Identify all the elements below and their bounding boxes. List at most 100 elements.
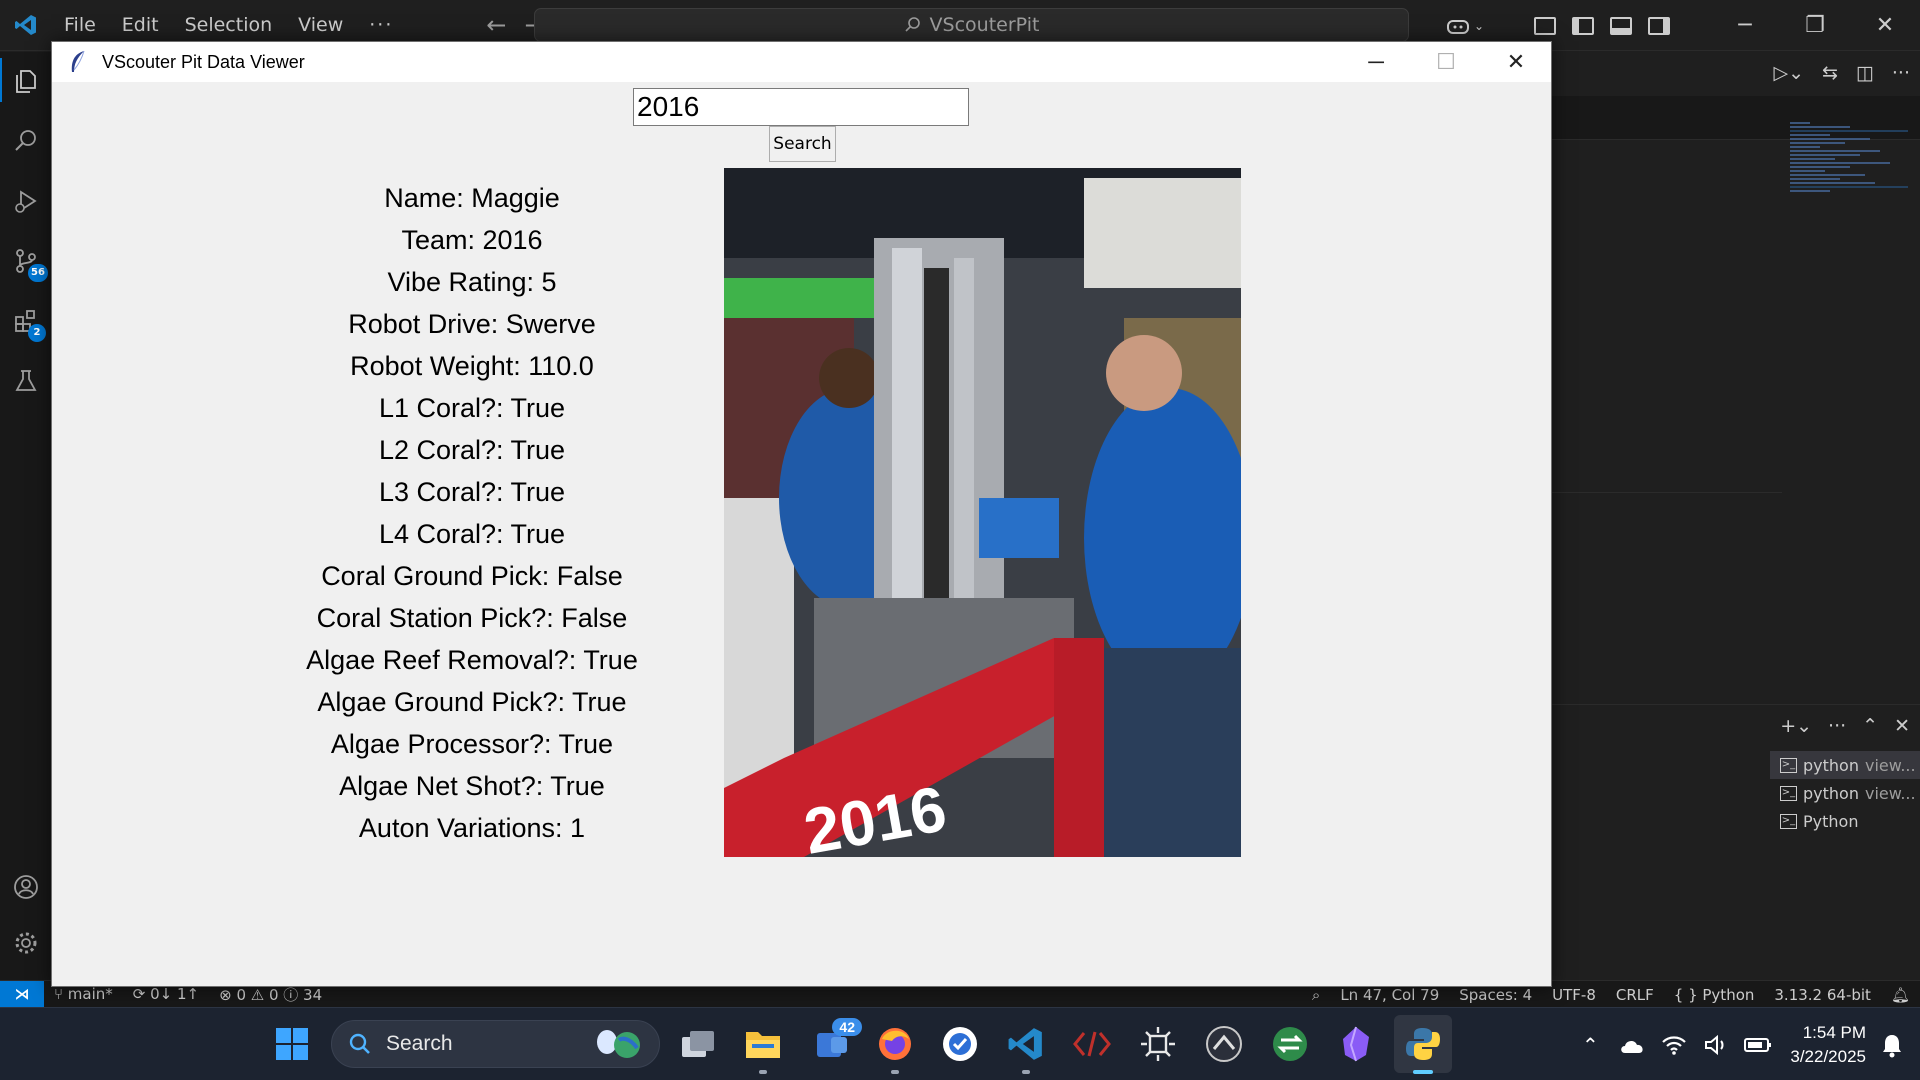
terminal-more-icon[interactable]: ··· [1828,715,1846,737]
terminal-item[interactable]: >_ python view... [1770,779,1920,807]
toggle-panel-icon[interactable] [1610,16,1632,35]
pit-data-fields: Name: Maggie Team: 2016 Vibe Rating: 5 R… [282,177,662,849]
remote-indicator-icon[interactable]: ⋊ [0,980,44,1008]
code-brackets-icon[interactable] [1070,1022,1114,1066]
close-panel-icon[interactable]: ✕ [1894,715,1910,737]
split-editor-icon[interactable]: ◫ [1856,62,1874,84]
more-actions-icon[interactable]: ··· [1892,62,1910,84]
teams-icon[interactable]: 42 [810,1018,862,1066]
python-taskbar-icon[interactable] [1394,1015,1452,1074]
taskbar-search[interactable]: Search [331,1020,660,1068]
battery-icon[interactable] [1744,1031,1772,1059]
field-coral-ground-pick: Coral Ground Pick: False [321,561,623,591]
language-mode[interactable]: { } Python [1664,986,1765,1004]
notification-bell-icon[interactable] [1878,1031,1906,1059]
signal-app-icon[interactable] [938,1022,982,1066]
window-close-icon[interactable]: ✕ [1481,42,1551,82]
minimize-icon[interactable]: ─ [1710,13,1780,38]
terminal-name: python [1803,755,1859,775]
field-algae-net-shot: Algae Net Shot?: True [339,771,605,801]
indentation[interactable]: Spaces: 4 [1449,986,1542,1004]
command-center[interactable]: VScouterPit [534,8,1409,42]
search-icon [349,1033,370,1054]
window-maximize-icon: ☐ [1436,49,1456,74]
window-minimize-icon[interactable]: ─ [1341,42,1411,82]
field-coral-station-pick: Coral Station Pick?: False [316,603,628,633]
field-algae-processor: Algae Processor?: True [330,729,614,759]
onedrive-cloud-icon[interactable] [1618,1031,1646,1059]
back-arrow-icon[interactable]: ← [486,11,506,39]
field-algae-ground-pick: Algae Ground Pick?: True [317,687,627,717]
cursor-position[interactable]: Ln 47, Col 79 [1330,986,1449,1004]
taskbar-search-label: Search [386,1032,453,1055]
activity-bar: 56 2 [0,52,51,980]
obsidian-icon[interactable] [1334,1022,1378,1066]
zoom-icon[interactable]: ⌕ [1302,986,1330,1004]
vscode-taskbar-icon[interactable] [1004,1022,1048,1074]
new-terminal-icon[interactable]: +⌄ [1780,715,1812,737]
field-l2-coral: L2 Coral?: True [378,435,566,465]
extensions-badge: 2 [28,324,46,342]
maximize-panel-icon[interactable]: ⌃ [1862,715,1878,737]
robot-photo: 2016 [724,168,1241,857]
manage-gear-icon[interactable] [13,930,39,956]
field-vibe-rating: Vibe Rating: 5 [387,267,557,297]
wifi-icon[interactable] [1660,1031,1688,1059]
taskbar-clock[interactable]: 1:54 PM 3/22/2025 [1790,1021,1866,1069]
branch-status[interactable]: ⑂ main* [44,985,123,1003]
terminal-item[interactable]: >_ Python [1770,807,1920,835]
team-search-input[interactable] [633,88,969,126]
sync-status[interactable]: ⟳ 0↓ 1↑ [123,985,209,1003]
window-titlebar: VScouter Pit Data Viewer ─ ☐ ✕ [52,42,1551,82]
search-highlight-icon [597,1030,640,1058]
field-auton-variations: Auton Variations: 1 [358,813,586,843]
search-view-icon[interactable] [13,128,39,154]
minimap[interactable] [1790,122,1910,232]
clock-date: 3/22/2025 [1790,1046,1866,1066]
pit-data-viewer-window: VScouter Pit Data Viewer ─ ☐ ✕ Search Na… [51,41,1552,987]
brightness-settings-icon[interactable] [1136,1022,1180,1066]
sync-counts: 0↓ 1↑ [150,985,200,1003]
terminal-item[interactable]: >_ python view... [1770,751,1920,779]
field-robot-weight: Robot Weight: 110.0 [350,351,594,381]
close-icon[interactable]: ✕ [1850,13,1920,38]
source-control-badge: 56 [28,264,48,282]
terminal-icon: >_ [1780,813,1797,829]
restore-icon[interactable]: ❐ [1780,13,1850,38]
notifications-bell-icon[interactable]: 🔔︎ [1881,986,1920,1004]
copilot-icon[interactable]: ⌄ [1446,16,1484,36]
start-windows-icon[interactable] [270,1022,314,1066]
github-desktop-icon[interactable] [1202,1022,1246,1066]
run-icon[interactable]: ▷⌄ [1773,62,1804,84]
terminal-name: Python [1803,811,1859,831]
line-ending[interactable]: CRLF [1606,986,1664,1004]
toggle-secondary-sidebar-icon[interactable] [1648,16,1670,35]
testing-flask-icon[interactable] [13,368,39,394]
branch-name: main* [67,985,113,1003]
terminal-list: >_ python view... >_ python view... >_ P… [1770,751,1920,835]
python-interpreter[interactable]: 3.13.2 64-bit [1764,986,1881,1004]
volume-icon[interactable] [1702,1031,1730,1059]
encoding[interactable]: UTF-8 [1542,986,1606,1004]
terminal-detail: view... [1864,783,1916,803]
terminal-name: python [1803,783,1859,803]
windows-taskbar: Search 42 ⌃ 1:54 PM 3/22/2025 [0,1007,1920,1080]
field-l3-coral: L3 Coral?: True [378,477,566,507]
file-explorer-icon[interactable] [741,1022,785,1074]
sync-app-icon[interactable] [1268,1022,1312,1066]
accounts-icon[interactable] [13,874,39,900]
compare-changes-icon[interactable]: ⇆ [1822,62,1838,84]
run-debug-icon[interactable] [13,188,39,214]
field-algae-reef-removal: Algae Reef Removal?: True [306,645,638,675]
tk-feather-icon [71,50,85,72]
task-view-icon[interactable] [676,1022,720,1066]
vscode-logo-icon [0,0,51,51]
terminal-icon: >_ [1780,757,1797,773]
terminal-icon: >_ [1780,785,1797,801]
firefox-icon[interactable] [873,1022,917,1074]
toggle-primary-sidebar-icon[interactable] [1572,16,1594,35]
customize-layout-icon[interactable] [1534,16,1556,35]
explorer-icon[interactable] [13,68,39,94]
show-hidden-icons-chevron-icon[interactable]: ⌃ [1576,1031,1604,1059]
search-button[interactable]: Search [769,126,836,162]
